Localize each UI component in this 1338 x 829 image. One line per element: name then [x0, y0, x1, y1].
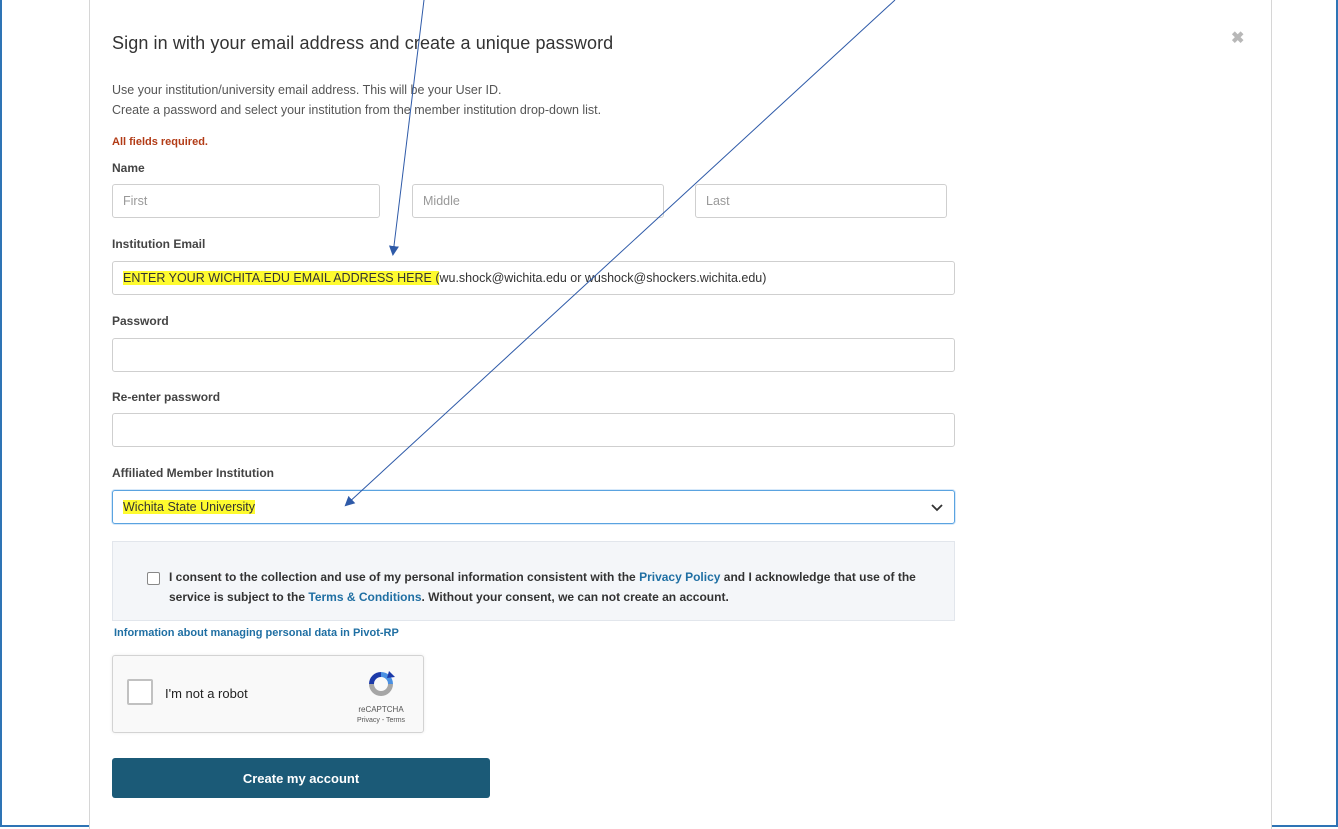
- name-label: Name: [112, 161, 145, 175]
- password-label: Password: [112, 314, 169, 328]
- last-name-input[interactable]: Last: [695, 184, 947, 218]
- email-field[interactable]: ENTER YOUR WICHITA.EDU EMAIL ADDRESS HER…: [112, 261, 955, 295]
- personal-data-info-link[interactable]: Information about managing personal data…: [114, 627, 399, 639]
- institution-select[interactable]: Wichita State University: [112, 490, 955, 524]
- institution-label: Affiliated Member Institution: [112, 466, 274, 480]
- email-label: Institution Email: [112, 237, 206, 251]
- recaptcha-terms-link[interactable]: Privacy - Terms: [349, 717, 413, 724]
- recaptcha-widget: I'm not a robot reCAPTCHA Privacy - Term…: [112, 655, 424, 733]
- email-example-text: wu.shock@wichita.edu or wushock@shockers…: [439, 271, 767, 285]
- recaptcha-label: I'm not a robot: [165, 686, 248, 701]
- required-note: All fields required.: [112, 136, 208, 148]
- reenter-password-label: Re-enter password: [112, 390, 221, 404]
- recaptcha-logo-icon: [369, 671, 395, 696]
- consent-box: I consent to the collection and use of m…: [112, 541, 955, 621]
- terms-conditions-link[interactable]: Terms & Conditions: [308, 590, 421, 604]
- consent-text-part-1: I consent to the collection and use of m…: [169, 570, 640, 584]
- create-account-button[interactable]: Create my account: [112, 758, 490, 798]
- consent-text-part-3: . Without your consent, we can not creat…: [421, 590, 729, 604]
- middle-name-input[interactable]: Middle: [412, 184, 664, 218]
- close-icon[interactable]: ✖: [1231, 28, 1244, 48]
- consent-text: I consent to the collection and use of m…: [169, 567, 949, 607]
- recaptcha-brand: reCAPTCHA: [358, 705, 404, 714]
- consent-checkbox[interactable]: [147, 572, 160, 585]
- reenter-password-field[interactable]: [112, 413, 955, 447]
- institution-selected-value: Wichita State University: [123, 500, 255, 514]
- modal-title: Sign in with your email address and crea…: [112, 33, 614, 53]
- intro-line-2: Create a password and select your instit…: [112, 103, 602, 117]
- intro-line-1: Use your institution/university email ad…: [112, 83, 502, 97]
- first-name-input[interactable]: First: [112, 184, 380, 218]
- email-highlight-text: ENTER YOUR WICHITA.EDU EMAIL ADDRESS HER…: [123, 271, 440, 285]
- recaptcha-checkbox[interactable]: [127, 679, 153, 705]
- chevron-down-icon: [931, 504, 943, 512]
- privacy-policy-link[interactable]: Privacy Policy: [639, 570, 720, 584]
- password-field[interactable]: [112, 338, 955, 372]
